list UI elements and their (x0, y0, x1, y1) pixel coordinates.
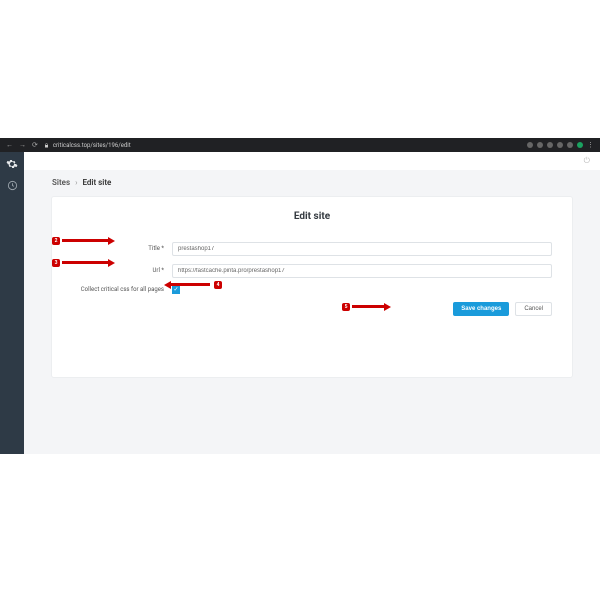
url-text: criticalcss.top/sites/196/edit (53, 142, 131, 149)
page-title: Edit site (72, 211, 552, 222)
collect-checkbox[interactable] (172, 286, 180, 294)
lock-icon (44, 143, 49, 148)
ext-icon[interactable] (567, 142, 573, 148)
cancel-button[interactable]: Cancel (515, 302, 552, 316)
gear-icon[interactable] (6, 158, 18, 170)
back-icon[interactable]: ← (6, 141, 13, 149)
breadcrumb-current: Edit site (82, 178, 111, 187)
ext-icon[interactable] (527, 142, 533, 148)
forward-icon[interactable]: → (19, 141, 26, 149)
address-bar[interactable]: criticalcss.top/sites/196/edit (44, 142, 131, 149)
save-button[interactable]: Save changes (453, 302, 509, 316)
chevron-right-icon: › (75, 178, 77, 187)
url-input[interactable] (172, 264, 552, 278)
app-sidebar (0, 152, 24, 454)
browser-actions: ⋮ (527, 141, 594, 149)
browser-window: ← → ⟳ criticalcss.top/sites/196/edit ⋮ (0, 138, 600, 454)
reload-icon[interactable]: ⟳ (32, 141, 38, 149)
clock-icon[interactable] (7, 180, 18, 191)
ext-icon[interactable] (557, 142, 563, 148)
browser-toolbar: ← → ⟳ criticalcss.top/sites/196/edit ⋮ (0, 138, 600, 152)
ext-icon[interactable] (547, 142, 553, 148)
title-label: Title * (72, 245, 172, 252)
power-icon[interactable]: ⏻ (584, 156, 590, 166)
ext-icon[interactable] (537, 142, 543, 148)
form-card: Edit site Title * Url * Collect critical… (52, 197, 572, 377)
url-label: Url * (72, 267, 172, 274)
profile-icon[interactable] (577, 142, 583, 148)
menu-icon[interactable]: ⋮ (587, 141, 594, 149)
collect-label: Collect critical css for all pages (72, 286, 172, 293)
title-input[interactable] (172, 242, 552, 256)
app-topbar: ⏻ (24, 152, 600, 170)
breadcrumb-root[interactable]: Sites (52, 178, 70, 187)
breadcrumb: Sites › Edit site (52, 178, 572, 187)
